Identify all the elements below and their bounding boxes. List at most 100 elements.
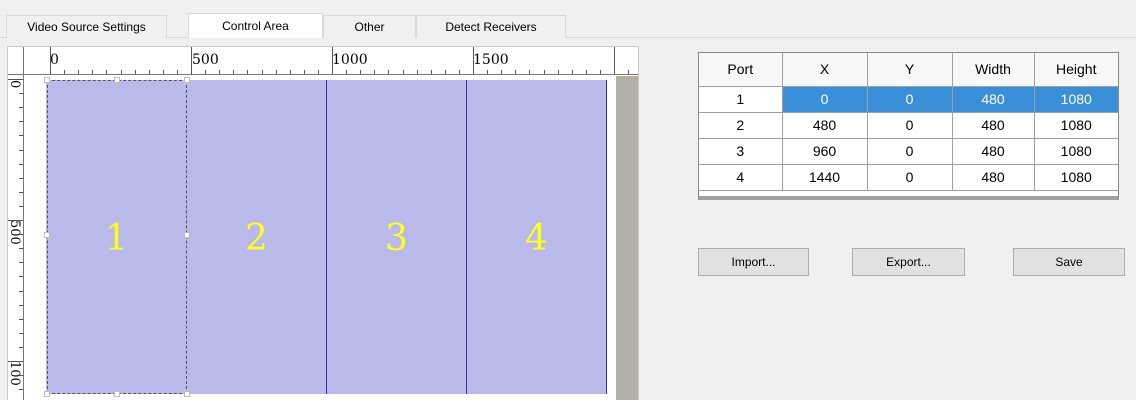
ruler-tick bbox=[19, 192, 23, 193]
region-label: 2 bbox=[245, 218, 268, 259]
ruler-tick bbox=[19, 375, 23, 376]
ruler-tick bbox=[19, 121, 23, 122]
cell-height[interactable]: 1080 bbox=[1034, 164, 1118, 191]
ruler-tick bbox=[276, 70, 277, 74]
table-row[interactable]: 1 0 0 480 1080 bbox=[699, 86, 1118, 113]
column-header-height[interactable]: Height bbox=[1034, 53, 1118, 87]
resize-handle-top-left[interactable] bbox=[44, 77, 50, 83]
cell-y[interactable]: 0 bbox=[867, 112, 953, 139]
resize-handle-bottom[interactable] bbox=[114, 391, 120, 397]
ruler-tick bbox=[318, 70, 319, 74]
cell-height[interactable]: 1080 bbox=[1034, 86, 1118, 113]
column-header-port[interactable]: Port bbox=[699, 53, 783, 87]
ruler-tick bbox=[19, 206, 23, 207]
cell-width[interactable]: 480 bbox=[952, 112, 1035, 139]
tab-detect-receivers[interactable]: Detect Receivers bbox=[416, 15, 566, 38]
cell-x[interactable]: 960 bbox=[782, 138, 868, 165]
tab-other[interactable]: Other bbox=[323, 15, 416, 38]
column-header-x[interactable]: X bbox=[782, 53, 868, 87]
ruler-tick bbox=[92, 70, 93, 74]
ruler-tick bbox=[600, 70, 601, 74]
cell-y[interactable]: 0 bbox=[867, 164, 953, 191]
tab-bar-divider bbox=[0, 37, 1136, 38]
region-label: 3 bbox=[385, 218, 408, 259]
resize-handle-bottom-left[interactable] bbox=[44, 391, 50, 397]
canvas-work-area[interactable]: 1 2 3 4 bbox=[25, 76, 638, 400]
port-table: Port X Y Width Height 1 0 0 480 1080 2 4… bbox=[698, 52, 1119, 200]
ruler-tick bbox=[78, 70, 79, 74]
resize-handle-top-right[interactable] bbox=[184, 77, 190, 83]
ruler-tick bbox=[19, 262, 23, 263]
cell-width[interactable]: 480 bbox=[952, 138, 1035, 165]
ruler-label-1000: 1000 bbox=[332, 52, 368, 68]
ruler-tick bbox=[19, 248, 23, 249]
ruler-tick bbox=[233, 70, 234, 74]
cell-y[interactable]: 0 bbox=[867, 138, 953, 165]
ruler-tick bbox=[19, 164, 23, 165]
output-region-3[interactable]: 3 bbox=[327, 80, 467, 394]
ruler-tick bbox=[8, 361, 23, 362]
output-region-4[interactable]: 4 bbox=[467, 80, 607, 394]
output-region-1[interactable]: 1 bbox=[46, 80, 187, 394]
ruler-tick bbox=[135, 70, 136, 74]
ruler-tick bbox=[19, 347, 23, 348]
out-of-bounds-area bbox=[616, 76, 638, 400]
ruler-label-v1000: 100 bbox=[7, 361, 22, 386]
ruler-tick bbox=[19, 234, 23, 235]
cell-x[interactable]: 480 bbox=[782, 112, 868, 139]
export-button[interactable]: Export... bbox=[852, 248, 965, 276]
cell-height[interactable]: 1080 bbox=[1034, 112, 1118, 139]
ruler-tick bbox=[19, 150, 23, 151]
ruler-tick bbox=[19, 178, 23, 179]
ruler-tick bbox=[572, 70, 573, 74]
ruler-tick bbox=[304, 70, 305, 74]
ruler-tick bbox=[64, 70, 65, 74]
table-row[interactable]: 2 480 0 480 1080 bbox=[699, 112, 1118, 139]
ruler-tick bbox=[19, 291, 23, 292]
ruler-tick bbox=[360, 70, 361, 74]
resize-handle-top[interactable] bbox=[114, 77, 120, 83]
cell-height[interactable]: 1080 bbox=[1034, 138, 1118, 165]
resize-handle-bottom-right[interactable] bbox=[184, 391, 190, 397]
import-button[interactable]: Import... bbox=[698, 248, 809, 276]
resize-handle-right[interactable] bbox=[184, 232, 190, 238]
cell-port[interactable]: 3 bbox=[699, 138, 783, 165]
ruler-tick bbox=[19, 276, 23, 277]
cell-x[interactable]: 0 bbox=[782, 86, 868, 113]
ruler-tick bbox=[121, 70, 122, 74]
cell-port[interactable]: 4 bbox=[699, 164, 783, 191]
ruler-tick bbox=[19, 305, 23, 306]
table-row[interactable]: 3 960 0 480 1080 bbox=[699, 138, 1118, 165]
tab-video-source-settings[interactable]: Video Source Settings bbox=[6, 15, 167, 38]
cell-port[interactable]: 2 bbox=[699, 112, 783, 139]
table-row[interactable]: 4 1440 0 480 1080 bbox=[699, 164, 1118, 191]
ruler-tick bbox=[19, 389, 23, 390]
cell-port[interactable]: 1 bbox=[699, 86, 783, 113]
resize-handle-left[interactable] bbox=[44, 232, 50, 238]
column-header-width[interactable]: Width bbox=[952, 53, 1035, 87]
ruler-tick bbox=[19, 319, 23, 320]
ruler-tick bbox=[346, 70, 347, 74]
ruler-corner bbox=[8, 47, 24, 75]
ruler-tick bbox=[445, 70, 446, 74]
ruler-label-v0: 0 bbox=[7, 80, 22, 89]
tab-control-area[interactable]: Control Area bbox=[188, 13, 323, 38]
cell-width[interactable]: 480 bbox=[952, 164, 1035, 191]
cell-x[interactable]: 1440 bbox=[782, 164, 868, 191]
ruler-tick bbox=[177, 70, 178, 74]
ruler-label-v500: 500 bbox=[7, 220, 22, 245]
vertical-ruler: 0 500 100 bbox=[8, 75, 24, 400]
ruler-tick bbox=[529, 70, 530, 74]
horizontal-ruler: 0 500 1000 1500 bbox=[24, 47, 638, 75]
cell-y[interactable]: 0 bbox=[867, 86, 953, 113]
column-header-y[interactable]: Y bbox=[867, 53, 953, 87]
ruler-tick bbox=[544, 70, 545, 74]
table-header-row: Port X Y Width Height bbox=[699, 53, 1118, 87]
ruler-tick bbox=[191, 47, 192, 74]
ruler-tick bbox=[628, 70, 629, 74]
cell-width[interactable]: 480 bbox=[952, 86, 1035, 113]
control-area-canvas-panel: 0 500 1000 1500 0 500 100 1 2 3 4 bbox=[7, 46, 639, 400]
output-region-2[interactable]: 2 bbox=[187, 80, 327, 394]
ruler-tick bbox=[149, 70, 150, 74]
save-button[interactable]: Save bbox=[1013, 248, 1125, 276]
